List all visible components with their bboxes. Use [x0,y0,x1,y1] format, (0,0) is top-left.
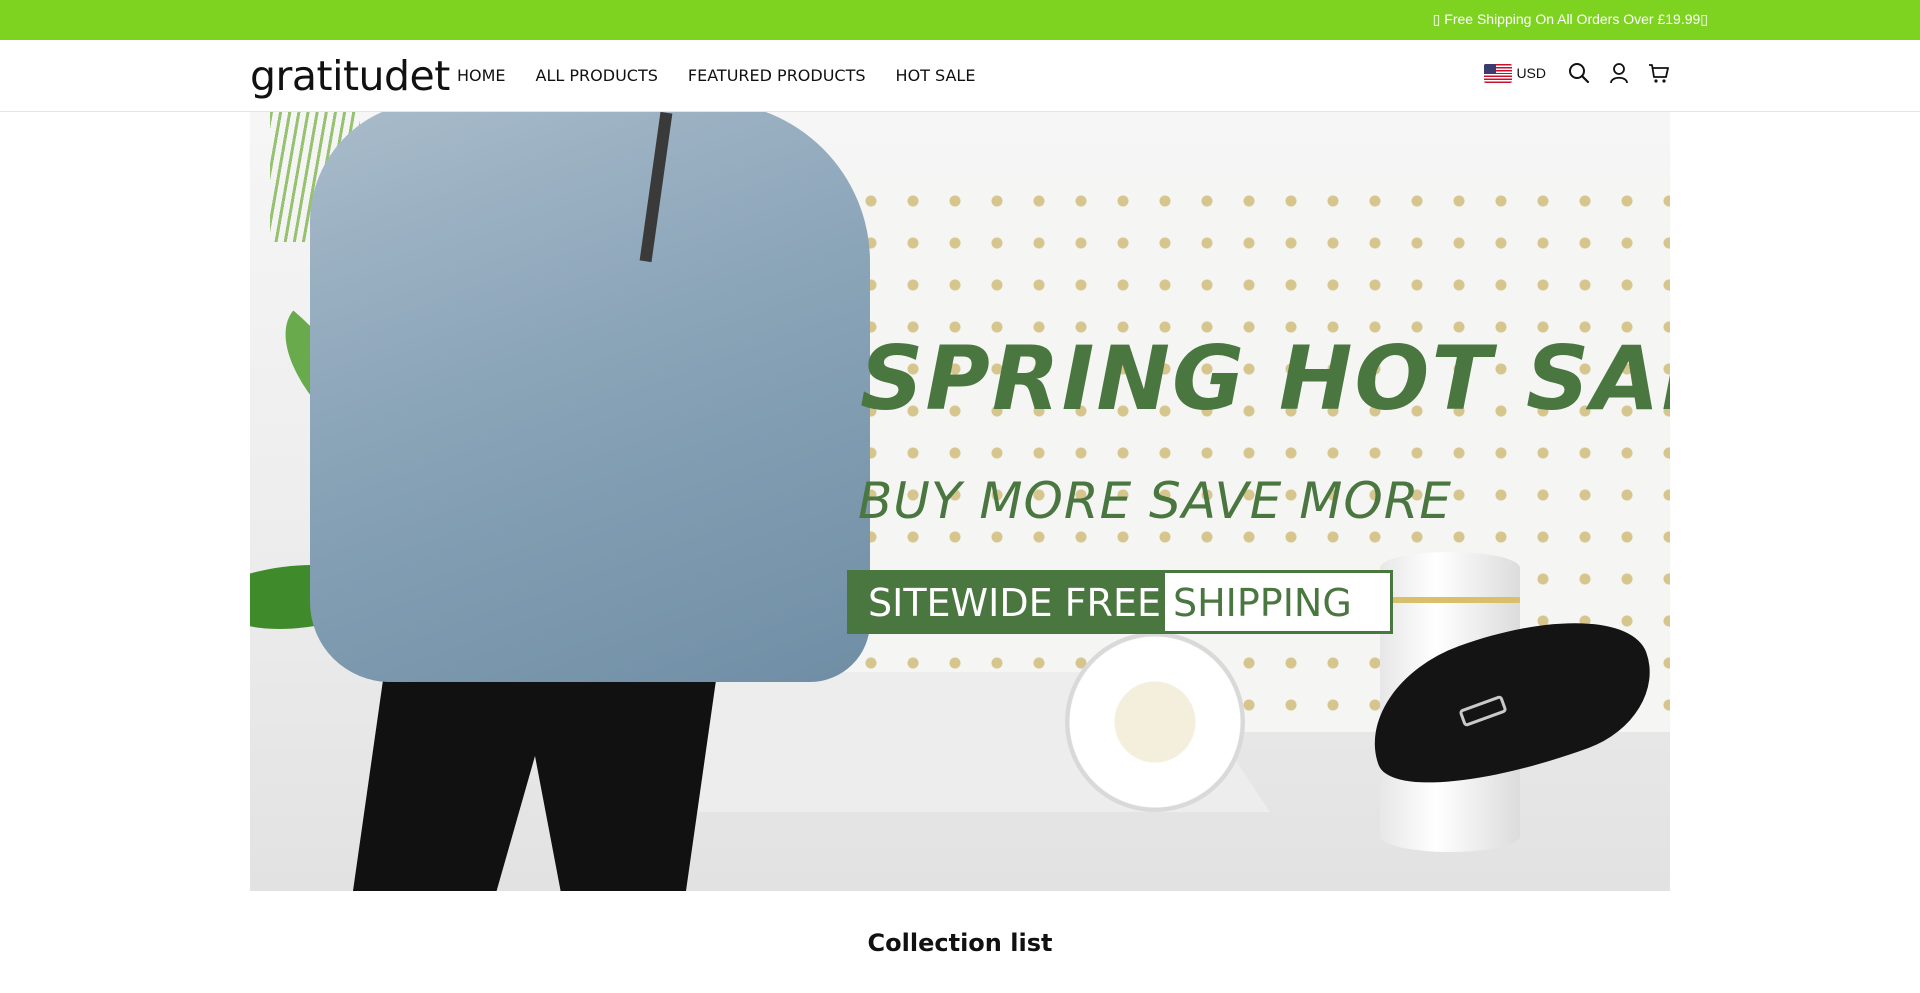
decorative-disc [1065,632,1245,812]
nav-home[interactable]: HOME [457,66,506,85]
nav-all-products[interactable]: ALL PRODUCTS [536,66,658,85]
announcement-text: ▯ Free Shipping On All Orders Over £19.9… [1432,11,1708,27]
nav-hot-sale[interactable]: HOT SALE [896,66,976,85]
main-nav: HOME ALL PRODUCTS FEATURED PRODUCTS HOT … [457,66,975,85]
currency-selector[interactable]: USD [1484,63,1546,83]
model-denim-jacket-image [310,112,870,682]
free-shipping-badge: SITEWIDE FREE SHIPPING [847,570,1393,634]
model-pants-image [350,652,720,891]
site-header: gratitudet HOME ALL PRODUCTS FEATURED PR… [0,40,1920,112]
account-icon[interactable] [1606,60,1632,86]
announcement-bar: ▯ Free Shipping On All Orders Over £19.9… [0,0,1920,40]
nav-featured-products[interactable]: FEATURED PRODUCTS [688,66,866,85]
cylinder-gold-ring [1380,597,1520,603]
search-icon[interactable] [1566,60,1592,86]
hero-banner[interactable]: SPRING HOT SALE BUY MORE SAVE MORE SITEW… [250,112,1670,891]
cart-icon[interactable] [1646,60,1672,86]
us-flag-icon [1484,63,1513,83]
hero-subtitle: BUY MORE SAVE MORE [858,472,1453,530]
badge-right-text: SHIPPING [1164,573,1390,631]
hero-title: SPRING HOT SALE [860,327,1670,430]
badge-left-text: SITEWIDE FREE [850,573,1165,631]
header-tools: USD [1484,60,1672,86]
site-logo[interactable]: gratitudet [250,52,450,100]
collection-list-title: Collection list [867,929,1053,957]
currency-label: USD [1516,65,1546,81]
